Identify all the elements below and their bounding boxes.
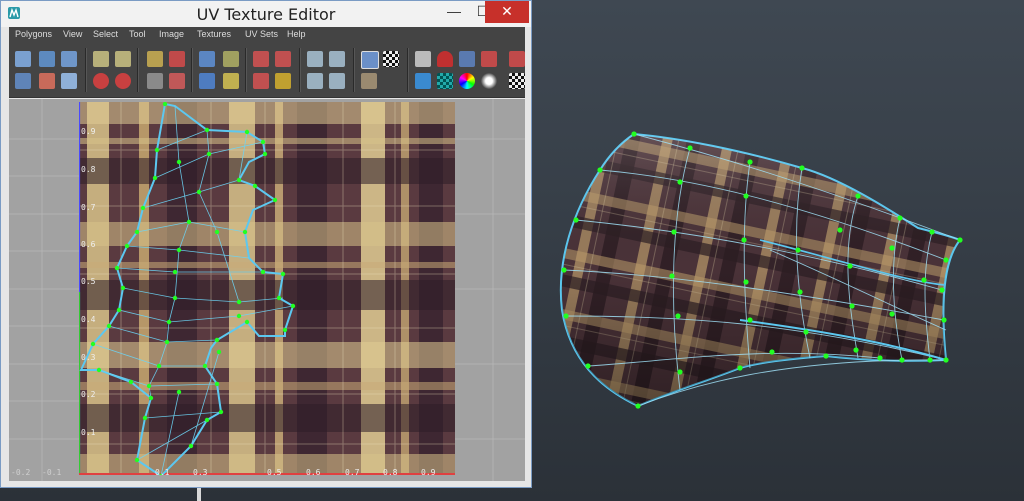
more-tools-icon[interactable] bbox=[509, 73, 525, 89]
window-divider bbox=[197, 488, 201, 501]
u-tick-label: 0.6 bbox=[306, 468, 321, 477]
menu-image[interactable]: Image bbox=[159, 29, 184, 39]
close-button[interactable]: ✕ bbox=[485, 1, 529, 23]
scale-uv-icon[interactable] bbox=[15, 73, 31, 89]
v-tick-label: 0.9 bbox=[81, 127, 96, 136]
paste-uv-icon[interactable] bbox=[481, 51, 497, 67]
move-uv-icon[interactable] bbox=[39, 51, 55, 67]
snap-magnet-icon[interactable] bbox=[437, 51, 453, 67]
relax-icon[interactable] bbox=[223, 73, 239, 89]
u-tick-label: 0.1 bbox=[155, 468, 170, 477]
v-tick-label: 0.1 bbox=[81, 428, 96, 437]
isolate-select-icon[interactable] bbox=[415, 73, 431, 89]
toolbar bbox=[9, 43, 525, 98]
menu-view[interactable]: View bbox=[63, 29, 82, 39]
sleeve-shading bbox=[560, 134, 960, 406]
grow-selection-icon[interactable] bbox=[329, 73, 345, 89]
v-tick-label: 0.6 bbox=[81, 240, 96, 249]
menu-textures[interactable]: Textures bbox=[197, 29, 231, 39]
align-min-u-icon[interactable] bbox=[253, 51, 269, 67]
menu-bar: Polygons View Select Tool Image Textures… bbox=[9, 27, 525, 43]
select-shell-icon[interactable] bbox=[307, 51, 323, 67]
unfold-icon[interactable] bbox=[199, 73, 215, 89]
layout-icon[interactable] bbox=[199, 51, 215, 67]
u-tick-label: -0.1 bbox=[42, 468, 62, 477]
smudge-uv-icon[interactable] bbox=[39, 73, 55, 89]
select-border-icon[interactable] bbox=[329, 51, 345, 67]
shrink-selection-icon[interactable] bbox=[307, 73, 323, 89]
toolbar-separator bbox=[299, 48, 301, 92]
split-uv-icon[interactable] bbox=[147, 73, 163, 89]
flip-v-icon[interactable] bbox=[115, 51, 131, 67]
v-tick-label: 0.5 bbox=[81, 277, 96, 286]
menu-select[interactable]: Select bbox=[93, 29, 118, 39]
menu-tool[interactable]: Tool bbox=[129, 29, 146, 39]
uv-texture-editor-window: UV Texture Editor — ☐ ✕ Polygons View Se… bbox=[0, 0, 532, 488]
uv-editor-panel[interactable]: 0.9 0.8 0.7 0.6 0.5 0.4 0.3 0.2 0.1 -0.2… bbox=[9, 99, 525, 481]
toolbar-separator bbox=[245, 48, 247, 92]
shaded-uv-icon[interactable] bbox=[437, 73, 453, 89]
select-uv-icon[interactable] bbox=[15, 51, 31, 67]
rotate-cw-icon[interactable] bbox=[115, 73, 131, 89]
toolbar-separator bbox=[407, 48, 409, 92]
toolbar-separator bbox=[191, 48, 193, 92]
title-bar[interactable]: UV Texture Editor — ☐ ✕ bbox=[1, 1, 531, 27]
display-image-icon[interactable] bbox=[361, 51, 379, 69]
align-max-v-icon[interactable] bbox=[275, 73, 291, 89]
minimize-button[interactable]: — bbox=[438, 1, 470, 23]
v-tick-label: 0.3 bbox=[81, 353, 96, 362]
3d-viewport-sleeve-mesh[interactable] bbox=[540, 110, 970, 415]
merge-uv-icon[interactable] bbox=[169, 73, 185, 89]
menu-uv-sets[interactable]: UV Sets bbox=[245, 29, 278, 39]
rotate-ccw-icon[interactable] bbox=[93, 73, 109, 89]
cut-uv-icon[interactable] bbox=[147, 51, 163, 67]
u-tick-label: 0.8 bbox=[383, 468, 398, 477]
rgb-channel-icon[interactable] bbox=[459, 73, 475, 89]
align-min-v-icon[interactable] bbox=[253, 73, 269, 89]
v-tick-label: 0.2 bbox=[81, 390, 96, 399]
menu-polygons[interactable]: Polygons bbox=[15, 29, 52, 39]
menu-help[interactable]: Help bbox=[287, 29, 306, 39]
dim-image-icon[interactable] bbox=[361, 73, 377, 89]
plaid-texture-image bbox=[79, 102, 455, 475]
u-tick-label: 0.9 bbox=[421, 468, 436, 477]
toggle-grid-icon[interactable] bbox=[415, 51, 431, 67]
toolbar-separator bbox=[85, 48, 87, 92]
lattice-uv-icon[interactable] bbox=[61, 73, 77, 89]
copy-uv-icon[interactable] bbox=[459, 51, 475, 67]
plaid-fabric-texture bbox=[79, 102, 455, 475]
v-tick-label: 0.7 bbox=[81, 203, 96, 212]
grid-uv-icon[interactable] bbox=[223, 51, 239, 67]
rotate-uv-icon[interactable] bbox=[61, 51, 77, 67]
checker-icon[interactable] bbox=[383, 51, 399, 67]
sew-uv-icon[interactable] bbox=[169, 51, 185, 67]
v-tick-label: 0.8 bbox=[81, 165, 96, 174]
u-tick-label: 0.7 bbox=[345, 468, 360, 477]
toolbar-separator bbox=[353, 48, 355, 92]
u-tick-label: 0.3 bbox=[193, 468, 208, 477]
more-tools-icon[interactable] bbox=[509, 51, 525, 67]
alpha-channel-icon[interactable] bbox=[481, 73, 497, 89]
align-max-u-icon[interactable] bbox=[275, 51, 291, 67]
u-tick-label: 0.5 bbox=[267, 468, 282, 477]
v-tick-label: 0.4 bbox=[81, 315, 96, 324]
u-tick-label: -0.2 bbox=[11, 468, 31, 477]
toolbar-separator bbox=[137, 48, 139, 92]
flip-u-icon[interactable] bbox=[93, 51, 109, 67]
